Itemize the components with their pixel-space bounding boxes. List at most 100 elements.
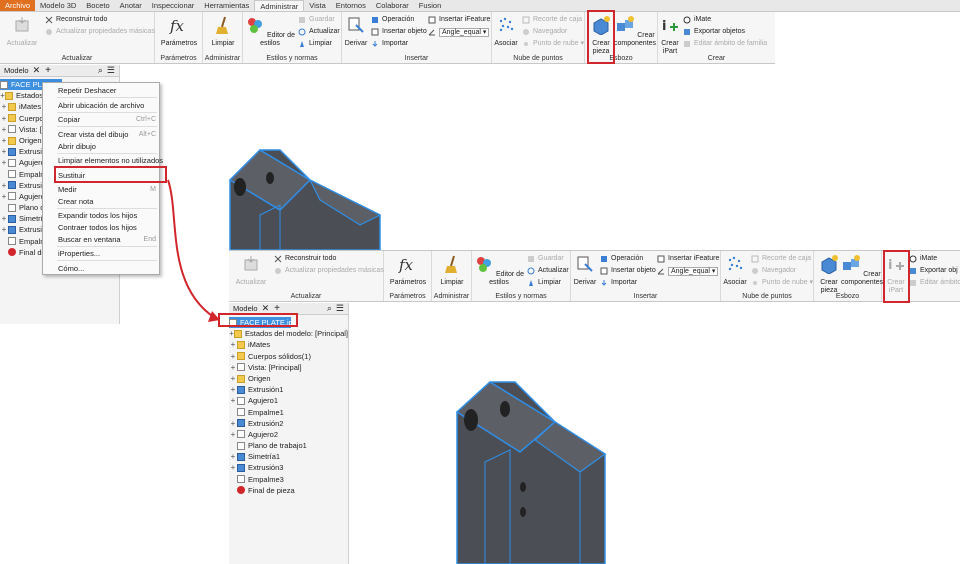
menu-item-expandir[interactable]: Expandir todos los hijos [43, 210, 159, 221]
editar-ambito-button[interactable]: Editar ámbito de familia [909, 278, 960, 288]
menu-item-como[interactable]: Cómo... [43, 263, 159, 274]
actualizar-propiedades-button[interactable]: Actualizar propiedades másicas [274, 266, 384, 276]
tree-item[interactable]: + Origen [229, 373, 348, 384]
menu-item-repetir-deshacer[interactable]: Repetir Deshacer [43, 85, 159, 96]
parametros-button[interactable]: fx Parámetros [388, 254, 428, 287]
tab-administrar[interactable]: Administrar [254, 0, 305, 11]
limpiar-estilos-button[interactable]: Limpiar [298, 39, 332, 49]
angle-equal-select[interactable]: Angle_equal ▾ [657, 266, 719, 276]
imate-button[interactable]: iMate [683, 15, 711, 25]
menu-item-crear-vista[interactable]: Crear vista del dibujo Alt+C [43, 129, 159, 140]
folder-icon [234, 329, 243, 338]
menu-item-crear-nota[interactable]: Crear nota [43, 196, 159, 207]
tree-item[interactable]: +Estados del modelo: [Principal] [229, 328, 348, 339]
tab-inspeccionar[interactable]: Inspeccionar [147, 0, 200, 11]
angle-equal-select[interactable]: Angle_equal ▾ [428, 27, 490, 37]
tree-item[interactable]: + Extrusión3 [229, 462, 348, 473]
guardar-button[interactable]: Guardar [298, 15, 335, 25]
tab-modelo-3d[interactable]: Modelo 3D [35, 0, 81, 11]
recorte-caja-button[interactable]: Recorte de caja [751, 254, 811, 264]
exportar-objetos-button[interactable]: Exportar obj [909, 266, 958, 276]
actualizar-propiedades-button[interactable]: Actualizar propiedades másicas [45, 27, 155, 37]
group-label-parametros[interactable]: Parámetros [384, 293, 431, 300]
asociar-button[interactable]: Asociar [723, 254, 747, 287]
editar-ambito-button[interactable]: Editar ámbito de familia [683, 39, 767, 49]
group-label-parametros[interactable]: Parámetros [155, 55, 202, 62]
search-icon[interactable]: ⌕ [327, 303, 332, 314]
tab-modelo[interactable]: Modelo [229, 304, 262, 313]
tab-anotar[interactable]: Anotar [115, 0, 147, 11]
punto-nube-button[interactable]: Punto de nube ▾ [751, 278, 813, 288]
hole-icon [266, 172, 274, 184]
recorte-caja-button[interactable]: Recorte de caja [522, 15, 582, 25]
menu-item-abrir-ubicacion[interactable]: Abrir ubicación de archivo [43, 100, 159, 111]
tree-item[interactable]: Empalme1 [229, 407, 348, 418]
derivar-button[interactable]: Derivar [573, 254, 597, 287]
tree-item[interactable]: + Simetría1 [229, 451, 348, 462]
parametros-button[interactable]: fx Parámetros [159, 15, 199, 48]
point-cloud-icon [499, 17, 514, 32]
menu-item-medir[interactable]: Medir M [43, 184, 159, 195]
actualizar-button[interactable]: Actualizar [234, 254, 268, 287]
operacion-button[interactable]: Operación [600, 254, 643, 264]
tree-item[interactable]: Final de pieza [229, 485, 348, 496]
limpiar-estilos-button[interactable]: Limpiar [527, 278, 561, 288]
tab-herramientas[interactable]: Herramientas [199, 0, 254, 11]
actualizar-button[interactable]: Actualizar [5, 15, 39, 48]
tree-item[interactable]: + iMates [229, 339, 348, 350]
navegador-button[interactable]: Navegador [522, 27, 567, 37]
insertar-ifeature-button[interactable]: Insertar iFeature [657, 254, 719, 264]
crear-componentes-button[interactable]: Crear componentes [614, 15, 656, 48]
menu-icon[interactable]: ☰ [107, 65, 115, 76]
importar-button[interactable]: Importar [371, 39, 408, 49]
crear-ipart-button[interactable]: i Crear iPart [659, 15, 681, 56]
menu-item-contraer[interactable]: Contraer todos los hijos [43, 222, 159, 233]
actualizar-estilos-button[interactable]: Actualizar [527, 266, 569, 276]
importar-button[interactable]: Importar [600, 278, 637, 288]
tab-fusion[interactable]: Fusion [414, 0, 447, 11]
tree-item[interactable]: + Agujero1 [229, 395, 348, 406]
punto-nube-button[interactable]: Punto de nube ▾ [522, 39, 584, 49]
navegador-button[interactable]: Navegador [751, 266, 796, 276]
tree-item[interactable]: +Vista: [Principal] [229, 362, 348, 373]
limpiar-button[interactable]: Limpiar [436, 254, 468, 287]
search-icon[interactable]: ⌕ [98, 65, 103, 76]
menu-item-abrir-dibujo[interactable]: Abrir dibujo [43, 141, 159, 152]
limpiar-button[interactable]: Limpiar [207, 15, 239, 48]
add-tab-icon[interactable]: + [45, 65, 51, 76]
menu-item-buscar[interactable]: Buscar en ventana End [43, 234, 159, 245]
guardar-button[interactable]: Guardar [527, 254, 564, 264]
tree-item[interactable]: + Extrusión2 [229, 418, 348, 429]
tab-colaborar[interactable]: Colaborar [371, 0, 414, 11]
imate-button[interactable]: iMate [909, 254, 937, 264]
crear-componentes-button[interactable]: Crear componentes [841, 254, 883, 287]
insertar-ifeature-button[interactable]: Insertar iFeature [428, 15, 490, 25]
actualizar-estilos-button[interactable]: Actualizar [298, 27, 340, 37]
tab-boceto[interactable]: Boceto [81, 0, 114, 11]
insertar-objeto-button[interactable]: Insertar objeto [600, 266, 656, 276]
tree-item[interactable]: + Extrusión1 [229, 384, 348, 395]
tree-item[interactable]: Empalme3 [229, 474, 348, 485]
crear-pieza-button[interactable]: Crear pieza [816, 254, 842, 295]
tab-modelo[interactable]: Modelo [0, 66, 33, 75]
tab-vista[interactable]: Vista [304, 0, 331, 11]
reconstruir-todo-button[interactable]: Reconstruir todo [274, 254, 336, 264]
tab-archivo[interactable]: Archivo [0, 0, 36, 11]
exportar-objetos-button[interactable]: Exportar objetos [683, 27, 745, 37]
menu-item-iproperties[interactable]: iProperties... [43, 248, 159, 259]
derivar-button[interactable]: Derivar [344, 15, 368, 48]
insertar-objeto-button[interactable]: Insertar objeto [371, 27, 427, 37]
reconstruir-todo-button[interactable]: Reconstruir todo [45, 15, 107, 25]
menu-icon[interactable]: ☰ [336, 303, 344, 314]
editor-estilos-button[interactable]: Editor de estilos [474, 254, 524, 287]
tab-entornos[interactable]: Entornos [331, 0, 371, 11]
operacion-button[interactable]: Operación [371, 15, 414, 25]
close-icon[interactable]: ✕ [33, 65, 41, 76]
tree-item[interactable]: Plano de trabajo1 [229, 440, 348, 451]
menu-item-limpiar[interactable]: Limpiar elementos no utilizados [43, 155, 163, 166]
tree-item[interactable]: + Agujero2 [229, 429, 348, 440]
asociar-button[interactable]: Asociar [494, 15, 518, 48]
menu-item-copiar[interactable]: Copiar Ctrl+C [43, 114, 159, 125]
tree-item[interactable]: +Cuerpos sólidos(1) [229, 351, 348, 362]
editor-estilos-button[interactable]: Editor de estilos [245, 15, 295, 48]
